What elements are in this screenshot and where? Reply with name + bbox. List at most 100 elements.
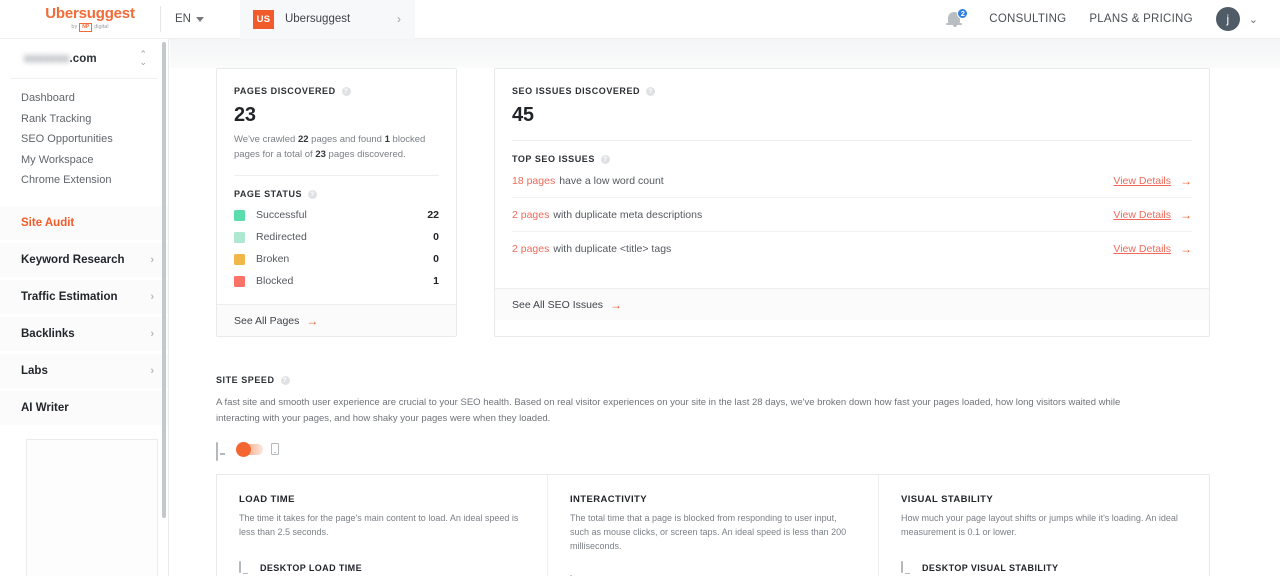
consulting-link[interactable]: CONSULTING (989, 13, 1066, 25)
metric-title: INTERACTIVITY (570, 494, 647, 506)
info-icon[interactable]: ? (341, 86, 351, 96)
view-details-link[interactable]: View Details → (1113, 242, 1192, 256)
sidebar-item-label: Labs (21, 364, 48, 377)
view-details-link[interactable]: View Details → (1113, 208, 1192, 222)
toggle-knob (236, 441, 251, 457)
issue-count[interactable]: 2 pages (512, 243, 549, 255)
breadcrumb-label: Ubersuggest (284, 13, 351, 25)
issue-text: have a low word count (559, 174, 664, 187)
breadcrumb[interactable]: US Ubersuggest › (239, 0, 415, 39)
logo-digital-text: digital (94, 23, 109, 30)
sidebar-item-backlinks[interactable]: Backlinks › (0, 316, 168, 351)
metric-description: The time it takes for the page's main co… (239, 513, 519, 538)
pages-discovered-card: PAGES DISCOVERED ? 23 We've crawled 22 p… (216, 68, 457, 338)
sidebar-item-label: Traffic Estimation (21, 290, 118, 303)
arrow-right-icon: → (610, 297, 623, 312)
status-row-broken: Broken 0 (234, 248, 439, 270)
ubersuggest-logo[interactable]: Ubersuggest by NP digital (30, 6, 150, 33)
site-selector[interactable]: xxxxxxx.com ⌃ ⌄ (10, 39, 158, 79)
main-content: PAGES DISCOVERED ? 23 We've crawled 22 p… (170, 39, 1280, 576)
sidebar-scrollbar[interactable] (162, 42, 166, 518)
logo-np-mark: NP (79, 22, 93, 33)
issue-row: 2 pages with duplicate meta descriptions… (512, 198, 1192, 232)
avatar-chevron-down-icon[interactable]: ⌄ (1249, 13, 1258, 26)
page-status-list: Successful 22 Redirected 0 Broken 0 Bloc… (234, 204, 439, 292)
sidebar: xxxxxxx.com ⌃ ⌄ Dashboard Rank Tracking S… (0, 39, 169, 576)
sidebar-item-chrome-extension[interactable]: Chrome Extension (0, 170, 168, 191)
desktop-icon (901, 561, 914, 575)
desktop-icon[interactable] (216, 442, 229, 462)
chevron-right-icon: › (150, 327, 154, 340)
desktop-screen-shape (239, 561, 241, 574)
sidebar-item-label: Chrome Extension (21, 174, 112, 187)
sidebar-item-traffic-estimation[interactable]: Traffic Estimation › (0, 279, 168, 314)
plans-pricing-link[interactable]: PLANS & PRICING (1089, 13, 1192, 25)
desktop-stand-shape (243, 572, 248, 575)
metric-title: VISUAL STABILITY (901, 494, 994, 506)
issue-count[interactable]: 2 pages (512, 209, 549, 221)
device-toggle-switch[interactable] (236, 441, 263, 457)
desktop-icon (239, 561, 252, 575)
info-icon[interactable]: ? (308, 189, 318, 199)
info-icon[interactable]: ? (600, 154, 610, 164)
sidebar-item-label: AI Writer (21, 401, 69, 414)
info-icon[interactable]: ? (646, 86, 656, 96)
issue-row: 2 pages with duplicate <title> tags View… (512, 232, 1192, 266)
arrow-right-icon: → (306, 313, 319, 328)
status-row-successful: Successful 22 (234, 204, 439, 226)
sidebar-item-label: Site Audit (21, 216, 75, 229)
see-all-pages-button[interactable]: See All Pages → (217, 304, 456, 337)
site-speed-section: SITE SPEED ? A fast site and smooth user… (170, 375, 1280, 576)
issue-count[interactable]: 18 pages (512, 175, 555, 187)
see-all-seo-issues-button[interactable]: See All SEO Issues → (495, 288, 1209, 320)
info-icon[interactable]: ? (280, 375, 290, 385)
arrow-right-icon: → (1180, 207, 1192, 222)
sidebar-item-site-audit[interactable]: Site Audit (0, 205, 168, 240)
avatar[interactable]: j (1215, 7, 1240, 31)
metric-description: How much your page layout shifts or jump… (901, 513, 1178, 538)
status-label: Redirected (256, 231, 307, 244)
seo-issues-list: 18 pages have a low word count View Deta… (512, 164, 1192, 266)
bell-clapper-icon (953, 24, 958, 27)
language-selector[interactable]: EN (175, 13, 204, 25)
view-details-label: View Details (1113, 174, 1171, 187)
status-color-swatch (234, 209, 245, 221)
pages-crawl-summary: We've crawled 22 pages and found 1 block… (234, 133, 439, 162)
chevron-right-icon: › (150, 290, 154, 303)
logo-subtitle: by NP digital (71, 22, 109, 33)
top-seo-issues-title: TOP SEO ISSUES ? (512, 154, 1192, 164)
pages-card-body: PAGES DISCOVERED ? 23 We've crawled 22 p… (217, 69, 456, 304)
status-row-redirected: Redirected 0 (234, 226, 439, 248)
metric-description: The total time that a page is blocked fr… (570, 513, 847, 552)
mobile-icon[interactable] (271, 442, 279, 456)
metric-title: LOAD TIME (239, 494, 295, 506)
view-details-link[interactable]: View Details → (1113, 174, 1192, 188)
metric-sub-label: DESKTOP VISUAL STABILITY (922, 563, 1059, 574)
status-value: 1 (433, 275, 439, 288)
sidebar-item-ai-writer[interactable]: AI Writer (0, 390, 168, 425)
sidebar-item-my-workspace[interactable]: My Workspace (0, 150, 168, 171)
sort-updown-icon[interactable]: ⌃ ⌄ (139, 50, 147, 66)
sidebar-item-dashboard[interactable]: Dashboard (0, 88, 168, 109)
notifications-button[interactable]: 2 (946, 8, 969, 30)
crawled-count: 22 (297, 134, 309, 145)
status-label: Broken (256, 253, 290, 266)
site-name-suffix: .com (69, 52, 97, 65)
sidebar-item-keyword-research[interactable]: Keyword Research › (0, 242, 168, 277)
country-flag-icon: US (252, 9, 274, 29)
chevron-down-icon (195, 16, 204, 22)
seo-issues-label: SEO ISSUES DISCOVERED (512, 86, 641, 96)
sidebar-item-labs[interactable]: Labs › (0, 353, 168, 388)
header-actions: 2 CONSULTING PLANS & PRICING j ⌄ (946, 7, 1280, 31)
sidebar-item-label: Rank Tracking (21, 112, 92, 125)
top-seo-issues-label: TOP SEO ISSUES (512, 154, 595, 164)
sidebar-item-rank-tracking[interactable]: Rank Tracking (0, 109, 168, 130)
sidebar-item-seo-opportunities[interactable]: SEO Opportunities (0, 129, 168, 150)
sidebar-item-label: SEO Opportunities (21, 133, 113, 146)
sidebar-item-label: Keyword Research (21, 253, 125, 266)
metric-interactivity: INTERACTIVITY The total time that a page… (548, 475, 879, 576)
status-color-swatch (234, 231, 245, 243)
see-all-seo-issues-label: See All SEO Issues (512, 298, 604, 311)
view-details-label: View Details (1113, 243, 1171, 255)
